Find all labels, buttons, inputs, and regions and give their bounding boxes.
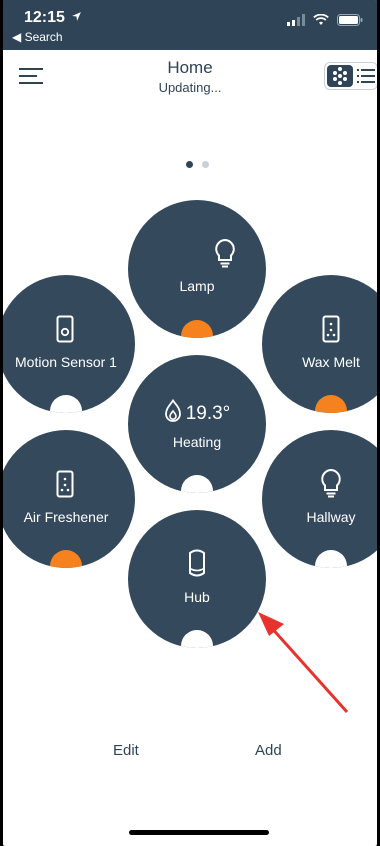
grid-view-button[interactable] — [327, 65, 353, 87]
device-tile-hub[interactable]: Hub — [128, 510, 266, 648]
device-tile-wax-melt[interactable]: Wax Melt — [262, 275, 377, 413]
battery-icon — [337, 14, 363, 26]
device-tile-heating[interactable]: 19.3° Heating — [128, 355, 266, 493]
device-label: Hub — [184, 589, 210, 605]
page-dot[interactable] — [202, 161, 209, 168]
status-indicator-off — [315, 550, 347, 568]
view-toggle — [324, 62, 377, 90]
dots-grid-icon — [333, 67, 347, 85]
device-label: Air Freshener — [23, 509, 109, 525]
home-indicator[interactable] — [129, 830, 269, 835]
device-tile-motion-sensor[interactable]: Motion Sensor 1 — [3, 275, 135, 413]
device-tile-air-freshener[interactable]: Air Freshener — [3, 430, 135, 568]
temperature-readout: 19.3° — [128, 398, 266, 425]
status-icons — [287, 14, 363, 26]
status-indicator-off — [181, 630, 213, 648]
flame-icon — [164, 398, 181, 422]
device-label: Hallway — [306, 509, 356, 525]
location-arrow-icon — [72, 12, 82, 21]
device-tile-hallway[interactable]: Hallway — [262, 430, 377, 568]
status-indicator-on — [181, 320, 213, 338]
cellular-signal-icon — [287, 14, 305, 26]
edit-button[interactable]: Edit — [113, 742, 139, 759]
status-bar: 12:15 ◀ Search — [3, 0, 377, 50]
clock: 12:15 — [24, 9, 82, 27]
wifi-icon — [313, 14, 329, 25]
app-screen: 12:15 ◀ Search Home Updating... Lamp Mot… — [3, 0, 377, 846]
device-label: Lamp — [179, 278, 215, 294]
bulb-icon — [215, 238, 235, 268]
status-indicator-on — [315, 395, 347, 413]
hub-icon — [189, 549, 205, 577]
temperature-value: 19.3° — [185, 403, 231, 424]
device-label: Heating — [172, 434, 222, 450]
device-tile-lamp[interactable]: Lamp — [128, 200, 266, 338]
list-view-icon[interactable] — [357, 68, 375, 84]
bulb-icon — [321, 468, 341, 498]
status-indicator-off — [50, 395, 82, 413]
device-label: Wax Melt — [302, 354, 360, 370]
status-indicator-off — [181, 475, 213, 493]
plug-icon — [322, 315, 340, 343]
page-title: Home — [167, 58, 213, 77]
device-label: Motion Sensor 1 — [15, 354, 117, 370]
back-to-search-link[interactable]: ◀ Search — [12, 30, 63, 44]
add-button[interactable]: Add — [255, 742, 282, 759]
clock-time: 12:15 — [24, 9, 65, 26]
page-subtitle: Updating... — [158, 80, 222, 95]
sensor-icon — [56, 315, 74, 343]
plug-icon — [56, 470, 74, 498]
status-indicator-on — [50, 550, 82, 568]
page-dot-active[interactable] — [186, 161, 193, 168]
